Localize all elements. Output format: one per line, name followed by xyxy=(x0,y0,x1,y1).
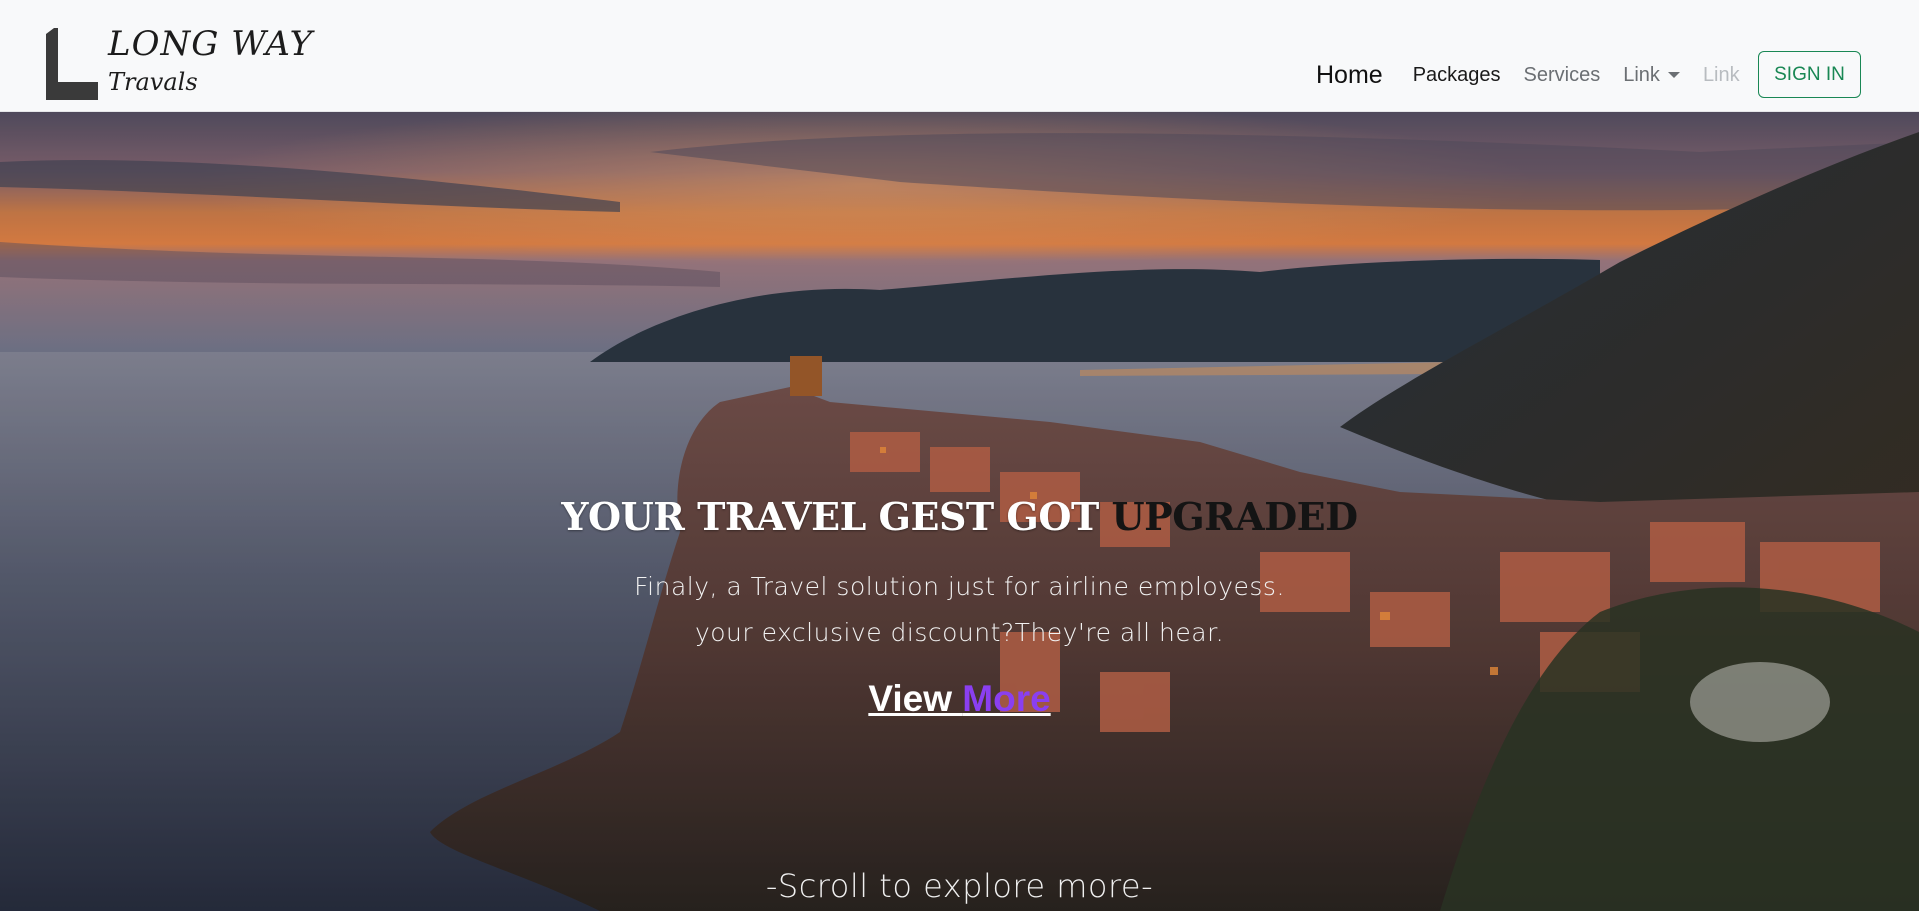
view-more-container: View More xyxy=(0,678,1919,720)
nav-packages[interactable]: Packages xyxy=(1413,64,1501,87)
scroll-hint: -Scroll to explore more- xyxy=(765,867,1154,905)
view-more-link[interactable]: View More xyxy=(868,678,1050,719)
chevron-down-icon xyxy=(1667,72,1680,79)
nav-home[interactable]: Home xyxy=(1316,61,1383,90)
hero-title: YOUR TRAVEL GEST GOT UPGRADED xyxy=(0,494,1919,539)
hero-subtitle-line2: your exclusive discount?They're all hear… xyxy=(694,618,1225,647)
nav-services[interactable]: Services xyxy=(1524,64,1601,87)
navbar: LONG WAY Travals Home Packages Services … xyxy=(0,0,1919,112)
nav-link-dropdown-label: Link xyxy=(1623,63,1660,86)
nav-link-disabled: Link xyxy=(1702,63,1740,86)
main-nav: Home Packages Services Link Link xyxy=(1300,48,1763,102)
hero-subtitle-line1: Finaly, a Travel solution just for airli… xyxy=(634,572,1285,601)
view-more-label: View xyxy=(868,678,963,719)
brand-name: LONG WAY xyxy=(108,24,314,64)
hero-section: YOUR TRAVEL GEST GOT UPGRADED Finaly, a … xyxy=(0,112,1919,911)
view-more-accent: More xyxy=(962,678,1051,719)
hero-title-light: YOUR TRAVEL GEST GOT xyxy=(561,494,1112,539)
hero-title-dark: UPGRADED xyxy=(1111,494,1358,539)
brand-logo[interactable]: LONG WAY Travals xyxy=(44,24,312,104)
brand-tagline: Travals xyxy=(108,68,198,96)
sign-in-button[interactable]: SIGN IN xyxy=(1758,51,1861,98)
L-logo-icon xyxy=(46,28,98,100)
nav-link-dropdown[interactable]: Link xyxy=(1623,64,1680,87)
